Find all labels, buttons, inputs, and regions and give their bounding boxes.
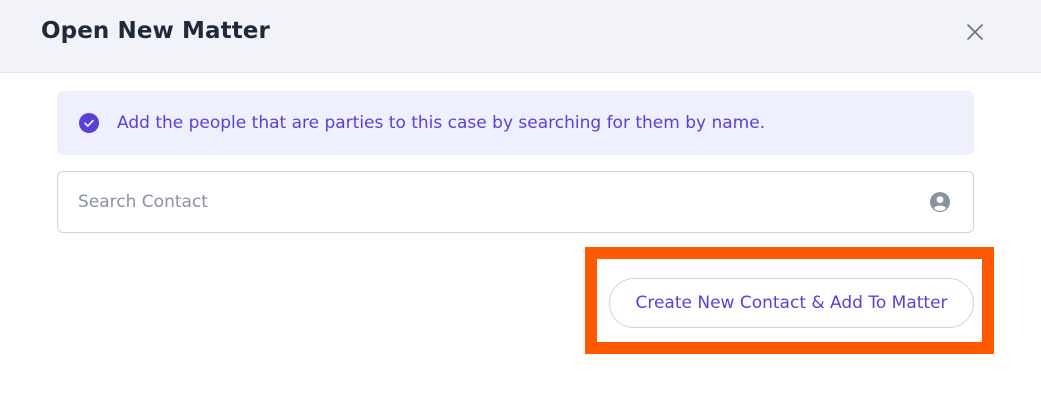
open-new-matter-modal: Open New Matter Add the people that are … xyxy=(0,0,1041,420)
close-button[interactable] xyxy=(963,20,987,44)
user-circle-icon xyxy=(930,192,950,212)
modal-title: Open New Matter xyxy=(41,18,270,44)
search-contact-input[interactable] xyxy=(78,172,918,232)
check-circle-icon xyxy=(79,113,99,133)
info-text: Add the people that are parties to this … xyxy=(117,113,766,133)
close-icon xyxy=(967,24,983,40)
search-contact-field xyxy=(57,171,974,233)
modal-header: Open New Matter xyxy=(0,0,1041,73)
info-alert: Add the people that are parties to this … xyxy=(57,91,974,155)
create-new-contact-button[interactable]: Create New Contact & Add To Matter xyxy=(609,278,974,328)
